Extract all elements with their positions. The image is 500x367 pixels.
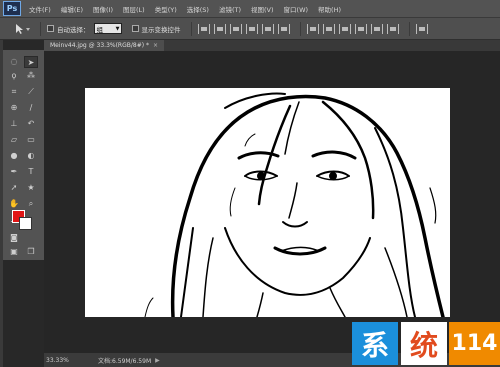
menu-view[interactable]: 视图(V) xyxy=(251,4,274,14)
image-canvas[interactable] xyxy=(85,88,450,317)
auto-select-dropdown[interactable]: 组 ▼ xyxy=(93,23,122,34)
pen-icon[interactable]: ✒ xyxy=(7,166,21,178)
gradient-icon[interactable]: ▭ xyxy=(24,134,38,146)
document-tab-title: Meinv44.jpg @ 33.3%(RGB/8#) * xyxy=(50,42,149,49)
align-bottom-icon[interactable] xyxy=(229,23,242,34)
crop-icon[interactable]: ⌗ xyxy=(7,86,21,98)
shape-icon[interactable]: ★ xyxy=(24,182,38,194)
lasso-icon[interactable]: ϙ xyxy=(7,70,21,82)
move-icon[interactable]: ➤ xyxy=(24,56,38,68)
screen-mode-alt-icon[interactable]: ❐ xyxy=(24,246,38,258)
watermark-number: 114 xyxy=(449,322,500,365)
brush-icon[interactable]: ∕ xyxy=(24,102,38,114)
auto-select-value: 组 xyxy=(96,25,104,34)
marquee-icon[interactable]: ◌ xyxy=(7,56,21,68)
dropdown-arrow-icon: ▼ xyxy=(115,25,120,32)
menu-edit[interactable]: 编辑(E) xyxy=(61,4,83,14)
watermark-char-2: 统 xyxy=(401,322,447,365)
show-transform-label: 显示变换控件 xyxy=(141,25,181,34)
clone-stamp-icon[interactable]: ⊥ xyxy=(7,118,21,130)
magic-wand-icon[interactable]: ⁂ xyxy=(24,70,38,82)
watermark-char-1: 系 xyxy=(352,322,398,365)
separator xyxy=(299,21,301,36)
zoom-icon[interactable]: ⌕ xyxy=(24,198,38,210)
eraser-icon[interactable]: ▱ xyxy=(7,134,21,146)
zoom-level[interactable]: 33.33% xyxy=(46,357,98,364)
separator xyxy=(190,21,192,36)
align-top-icon[interactable] xyxy=(197,23,210,34)
move-tool-preset-icon[interactable] xyxy=(14,22,34,36)
auto-select-checkbox[interactable] xyxy=(47,25,54,32)
auto-select-label: 自动选择： xyxy=(57,25,90,34)
menu-window[interactable]: 窗口(W) xyxy=(284,4,309,14)
menu-select[interactable]: 选择(S) xyxy=(187,4,209,14)
align-right-icon[interactable] xyxy=(277,23,290,34)
menu-layer[interactable]: 图层(L) xyxy=(123,4,145,14)
distribute-vcenter-icon[interactable] xyxy=(322,23,335,34)
menu-filter[interactable]: 滤镜(T) xyxy=(219,4,241,14)
distribute-top-icon[interactable] xyxy=(306,23,319,34)
screen-mode-icon[interactable]: ▣ xyxy=(7,246,21,258)
history-brush-icon[interactable]: ↶ xyxy=(24,118,38,130)
eyedropper-icon[interactable]: ⟋ xyxy=(24,86,38,98)
menu-help[interactable]: 帮助(H) xyxy=(318,4,341,14)
healing-brush-icon[interactable]: ⊕ xyxy=(7,102,21,114)
quick-mask-icon[interactable]: ◙ xyxy=(7,232,21,244)
photoshop-logo-icon: Ps xyxy=(3,1,21,16)
distribute-left-icon[interactable] xyxy=(354,23,367,34)
hand-icon[interactable]: ✋ xyxy=(7,198,21,210)
document-info: 文档:6.59M/6.59M xyxy=(98,357,152,365)
status-menu-arrow-icon[interactable]: ▶ xyxy=(155,357,160,364)
type-icon[interactable]: T xyxy=(24,166,38,178)
document-tab[interactable]: Meinv44.jpg @ 33.3%(RGB/8#) * × xyxy=(44,40,165,51)
options-bar: 自动选择： 组 ▼ 显示变换控件 xyxy=(0,18,500,40)
align-hcenter-icon[interactable] xyxy=(261,23,274,34)
separator xyxy=(40,21,41,36)
path-selection-icon[interactable]: ➚ xyxy=(7,182,21,194)
document-tab-bar: Meinv44.jpg @ 33.3%(RGB/8#) * × xyxy=(44,40,500,51)
distribute-bottom-icon[interactable] xyxy=(338,23,351,34)
sketch-portrait-image xyxy=(85,88,450,317)
blur-icon[interactable]: ● xyxy=(7,150,21,162)
align-vcenter-icon[interactable] xyxy=(213,23,226,34)
align-left-icon[interactable] xyxy=(245,23,258,34)
menu-image[interactable]: 图像(I) xyxy=(93,4,113,14)
menu-bar: Ps 文件(F) 编辑(E) 图像(I) 图层(L) 类型(Y) 选择(S) 滤… xyxy=(0,0,500,18)
watermark-logo: 系 统 114 xyxy=(352,322,500,367)
background-color-swatch[interactable] xyxy=(19,217,32,230)
separator xyxy=(408,21,410,36)
dodge-icon[interactable]: ◐ xyxy=(24,150,38,162)
menu-type[interactable]: 类型(Y) xyxy=(155,4,177,14)
tools-panel: ◌ ➤ ϙ ⁂ ⌗ ⟋ ⊕ ∕ ⊥ ↶ ▱ ▭ ● ◐ ✒ T ➚ ★ ✋ ⌕ … xyxy=(3,50,44,260)
close-icon[interactable]: × xyxy=(153,42,158,49)
menu-file[interactable]: 文件(F) xyxy=(29,4,51,14)
show-transform-checkbox[interactable] xyxy=(131,25,139,32)
distribute-right-icon[interactable] xyxy=(386,23,399,34)
auto-align-icon[interactable] xyxy=(415,23,428,34)
distribute-hcenter-icon[interactable] xyxy=(370,23,383,34)
